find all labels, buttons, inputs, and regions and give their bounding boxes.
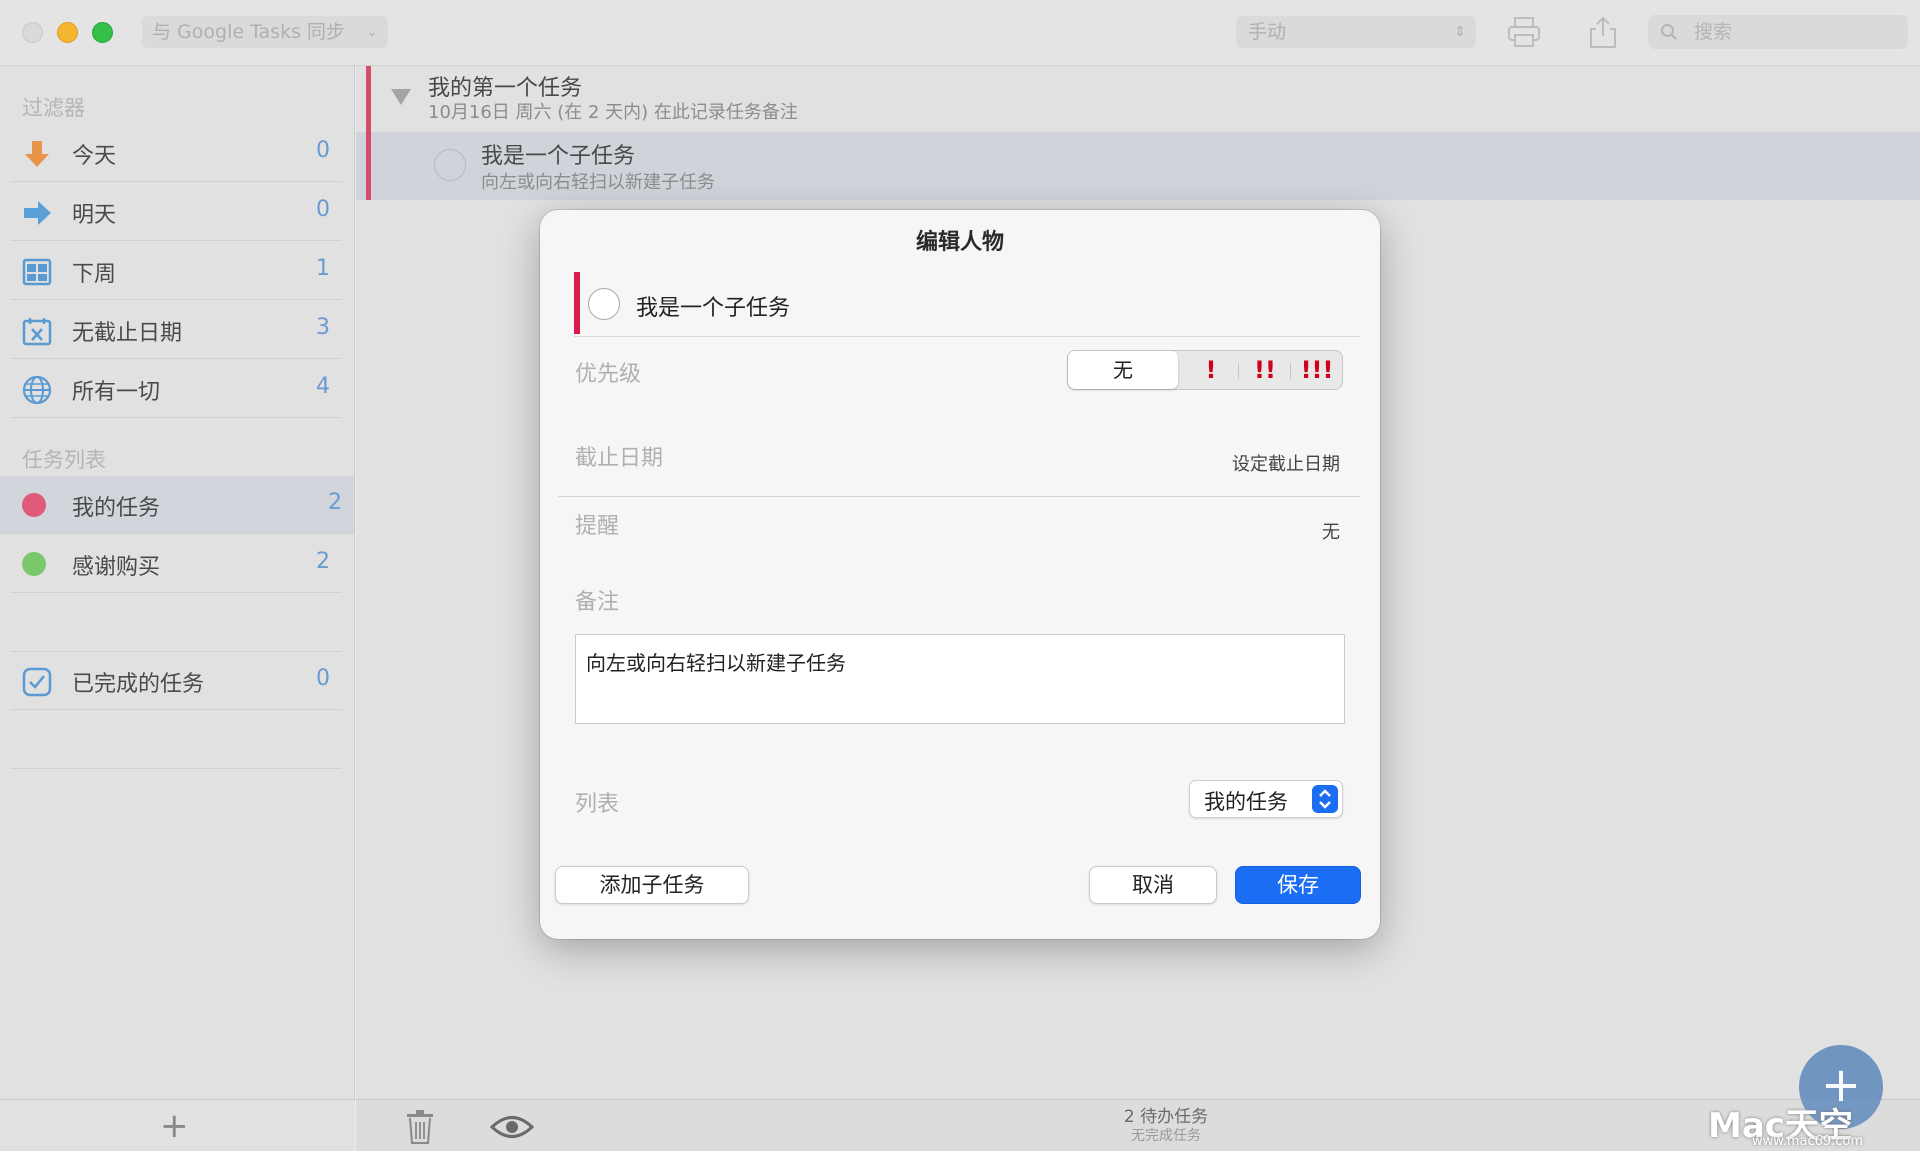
chevron-down-icon: ⌄: [366, 24, 378, 40]
add-list-button[interactable]: +: [160, 1106, 189, 1146]
sidebar-item-label: 今天: [72, 144, 117, 169]
search-icon: [1661, 24, 1677, 40]
arrow-down-icon: [25, 141, 49, 167]
sidebar-spacer: [10, 711, 342, 769]
pending-count: 2 待办任务: [1123, 1107, 1209, 1127]
window-minimize-button[interactable]: [57, 22, 78, 43]
sidebar-item-count: 2: [316, 549, 330, 574]
sync-popup[interactable]: 与 Google Tasks 同步 ⌄: [142, 16, 388, 48]
printer-icon[interactable]: [1506, 14, 1542, 50]
sidebar-item-count: 0: [316, 197, 330, 222]
checkbox-checked-icon: [22, 667, 52, 697]
notes-label: 备注: [575, 590, 620, 615]
notes-textarea[interactable]: 向左或向右轻扫以新建子任务: [575, 634, 1345, 724]
sidebar-item-no-due-date[interactable]: 无截止日期 3: [10, 301, 342, 359]
search-input[interactable]: 搜索: [1648, 15, 1908, 49]
titlebar: 与 Google Tasks 同步 ⌄ 手动 ⇕ 搜索: [0, 0, 1920, 66]
arrow-right-icon: [24, 201, 51, 225]
reminder-label: 提醒: [575, 514, 620, 539]
filters-heading: 过滤器: [22, 96, 85, 120]
priority-label: 优先级: [575, 362, 642, 387]
sidebar-item-label: 所有一切: [72, 380, 161, 405]
sidebar: 过滤器 今天 0 明天 0 下周 1 无截止日期 3 所有一切 4 任务列表 我…: [0, 66, 355, 1100]
task-name-field[interactable]: 我是一个子任务: [636, 290, 790, 322]
edit-task-dialog: 编辑人物 我是一个子任务 优先级 无 ! !! !!! 截止日期 设定截止日期 …: [540, 210, 1380, 939]
sidebar-item-tomorrow[interactable]: 明天 0: [10, 183, 342, 241]
reminder-value[interactable]: 无: [1322, 518, 1340, 544]
lists-heading: 任务列表: [22, 448, 106, 472]
sidebar-item-label: 下周: [72, 262, 117, 287]
calendar-x-icon: [22, 318, 52, 346]
list-color-dot-icon: [22, 552, 46, 576]
task-count-status: 2 待办任务 无完成任务: [1076, 1102, 1256, 1145]
completed-count: 无完成任务: [1131, 1128, 1201, 1144]
sidebar-item-today[interactable]: 今天 0: [10, 124, 342, 182]
sort-popup[interactable]: 手动 ⇕: [1236, 16, 1476, 48]
due-date-label: 截止日期: [575, 446, 664, 471]
priority-none-segment[interactable]: 无: [1068, 351, 1178, 389]
save-button[interactable]: 保存: [1235, 866, 1361, 904]
priority-segmented-control: 无 ! !! !!!: [1067, 350, 1343, 390]
list-color-dot-icon: [22, 493, 46, 517]
add-subtask-button[interactable]: 添加子任务: [555, 866, 749, 904]
priority-low-segment[interactable]: !: [1186, 351, 1236, 389]
main-footer: 2 待办任务 无完成任务: [356, 1099, 1920, 1151]
sidebar-footer: +: [0, 1099, 355, 1151]
search-placeholder: 搜索: [1694, 21, 1733, 43]
sidebar-item-label: 已完成的任务: [72, 672, 205, 697]
sidebar-spacer: [10, 594, 342, 652]
dialog-task-row: 我是一个子任务: [574, 272, 1360, 337]
task-color-bar: [574, 272, 580, 334]
trash-icon[interactable]: [406, 1110, 434, 1144]
list-label: 列表: [575, 792, 620, 817]
watermark-url: www.mac69.com: [1752, 1134, 1864, 1149]
sidebar-item-label: 无截止日期: [72, 321, 183, 346]
sort-popup-value: 手动: [1248, 21, 1287, 43]
priority-high-segment[interactable]: !!!: [1290, 351, 1344, 389]
watermark: Mac天空 www.mac69.com: [1708, 1098, 1918, 1149]
updown-chevron-icon: ⇕: [1454, 24, 1466, 40]
segment-divider: [1238, 363, 1239, 379]
sidebar-item-count: 1: [316, 256, 330, 281]
window-close-button[interactable]: [22, 22, 43, 43]
list-select-value: 我的任务: [1204, 790, 1288, 814]
sidebar-item-count: 0: [316, 138, 330, 163]
sync-popup-label: 与 Google Tasks 同步: [152, 21, 346, 43]
sidebar-item-label: 明天: [72, 203, 117, 228]
calendar-grid-icon: [22, 258, 52, 286]
dialog-title: 编辑人物: [915, 230, 1004, 255]
sidebar-item-count: 0: [316, 666, 330, 691]
share-icon[interactable]: [1585, 14, 1621, 50]
divider: [558, 496, 1360, 497]
sidebar-item-label: 感谢购买: [72, 555, 161, 580]
sidebar-item-everything[interactable]: 所有一切 4: [10, 360, 342, 418]
sidebar-item-count: 3: [316, 315, 330, 340]
eye-icon[interactable]: [490, 1114, 534, 1140]
sidebar-item-my-tasks[interactable]: 我的任务 2: [0, 476, 354, 534]
sidebar-item-thanks[interactable]: 感谢购买 2: [10, 535, 342, 593]
globe-icon: [22, 375, 52, 405]
set-due-date-button[interactable]: 设定截止日期: [1232, 450, 1340, 476]
updown-chevron-icon: [1312, 785, 1338, 813]
list-select[interactable]: 我的任务: [1189, 780, 1343, 818]
sidebar-item-count: 4: [316, 374, 330, 399]
sidebar-item-completed[interactable]: 已完成的任务 0: [10, 652, 342, 710]
sidebar-item-next-week[interactable]: 下周 1: [10, 242, 342, 300]
sidebar-item-label: 我的任务: [72, 496, 161, 521]
priority-medium-segment[interactable]: !!: [1240, 351, 1290, 389]
task-complete-checkbox[interactable]: [588, 288, 620, 320]
sidebar-item-count: 2: [328, 490, 342, 515]
cancel-button[interactable]: 取消: [1089, 866, 1217, 904]
window-zoom-button[interactable]: [92, 22, 113, 43]
